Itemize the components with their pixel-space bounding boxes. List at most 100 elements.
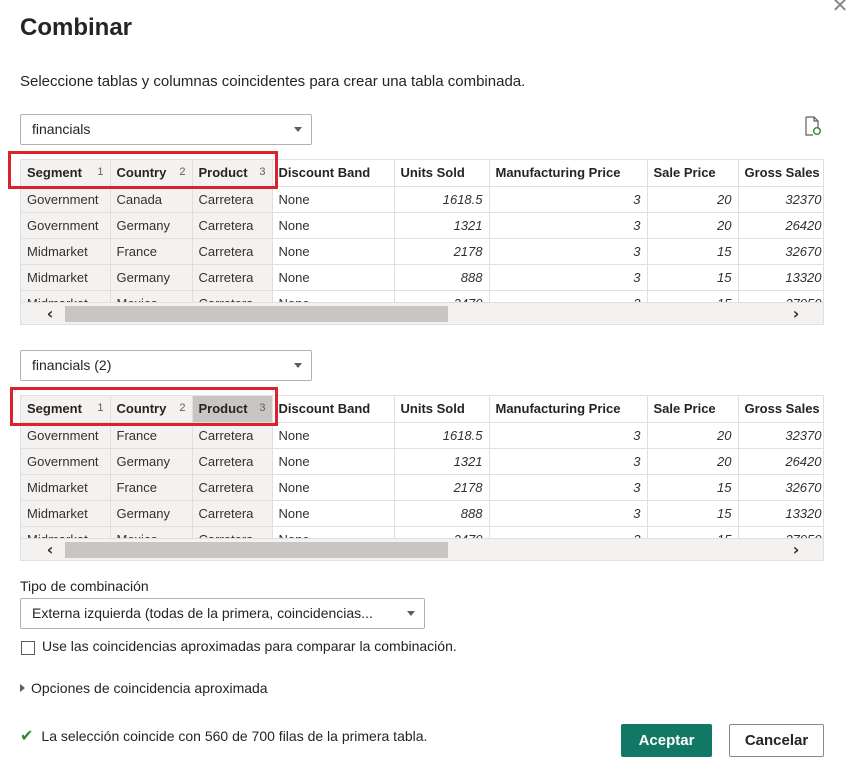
close-icon[interactable]: ✕ [829,0,848,16]
table-cell: Germany [110,448,193,475]
cancel-button[interactable]: Cancelar [729,724,824,757]
column-header[interactable]: Units Sold [394,396,490,423]
table-cell: Government [21,448,111,475]
table-cell: Midmarket [21,238,111,265]
match-order-badge: 1 [97,402,104,414]
scroll-right-icon[interactable]: › [785,303,807,324]
second-table-preview[interactable]: Segment 1 Country 2 Product 3 Discount Band Uni… [20,395,824,561]
match-order-badge: 1 [97,166,104,178]
table-cell: Carretera [192,264,273,291]
scroll-left-icon[interactable]: ‹ [39,539,61,560]
fuzzy-options-label: Opciones de coincidencia aproximada [31,680,268,696]
table-cell: 3 [489,474,648,501]
table-cell: 13320 [738,264,823,291]
column-header[interactable]: Units Sold [394,160,490,187]
column-header[interactable]: Country 2 [110,160,193,187]
column-header[interactable]: Product 3 [192,396,273,423]
column-header-label: Product [198,165,248,181]
column-header[interactable]: Discount Band [272,396,395,423]
table-cell: Carretera [192,238,273,265]
table-cell: 3 [489,238,648,265]
table-cell: 3 [489,500,648,527]
table-cell: 20 [647,186,739,213]
first-table-preview[interactable]: Segment 1 Country 2 Product 3 Discount Band Uni… [20,159,824,325]
column-header-label: Sale Price [653,401,716,417]
column-header[interactable]: Discount Band [272,160,395,187]
scroll-thumb[interactable] [65,542,448,558]
chevron-down-icon [294,363,302,368]
join-type-value: Externa izquierda (todas de la primera, … [32,605,373,621]
column-header-label: Country [116,165,167,181]
match-status: ✔ La selección coincide con 560 de 700 fi… [20,726,427,745]
fuzzy-match-checkbox[interactable] [21,641,35,655]
table-cell: 26420 [738,448,823,475]
column-header[interactable]: Sale Price [647,396,739,423]
column-header[interactable]: Segment 1 [21,396,111,423]
table-cell: 13320 [738,500,823,527]
table-cell: 3 [489,212,648,239]
second-table-hscrollbar[interactable]: ‹ › [21,538,823,560]
table-cell: Carretera [192,422,273,449]
fuzzy-options-expander[interactable]: Opciones de coincidencia aproximada [20,680,268,696]
join-type-select[interactable]: Externa izquierda (todas de la primera, … [20,598,425,629]
match-status-text: La selección coincide con 560 de 700 fil… [41,728,428,744]
table-cell: 32370 [738,422,823,449]
chevron-right-icon [20,684,25,692]
second-table-select[interactable]: financials (2) [20,350,312,381]
column-header[interactable]: Country 2 [110,396,193,423]
column-header[interactable]: Product 3 [192,160,273,187]
match-order-badge: 2 [179,402,186,414]
table-row: Government Germany Carretera None 1321 3 20 264… [21,212,823,239]
table-cell: Government [21,212,111,239]
table-cell: None [272,500,395,527]
column-header[interactable]: Sale Price [647,160,739,187]
column-header[interactable]: Manufacturing Price [489,160,648,187]
table-cell: 888 [394,264,490,291]
first-table-select-value: financials [32,121,91,137]
column-header-label: Units Sold [400,401,465,417]
chevron-down-icon [294,127,302,132]
table-cell: France [110,238,193,265]
second-table-grid: Segment 1 Country 2 Product 3 Discount Band Uni… [21,396,823,553]
table-cell: Carretera [192,186,273,213]
first-table-hscrollbar[interactable]: ‹ › [21,302,823,324]
scroll-thumb[interactable] [65,306,448,322]
first-table-select[interactable]: financials [20,114,312,145]
first-table-grid: Segment 1 Country 2 Product 3 Discount Band Uni… [21,160,823,317]
second-table-select-value: financials (2) [32,357,112,373]
column-header-label: Product [198,401,248,417]
table-cell: Carretera [192,474,273,501]
refresh-preview-icon[interactable] [804,116,822,136]
table-cell: Carretera [192,212,273,239]
scroll-right-icon[interactable]: › [785,539,807,560]
column-header-label: Gross Sales [744,401,820,417]
scroll-left-icon[interactable]: ‹ [39,303,61,324]
column-header-label: Units Sold [400,165,465,181]
accept-button[interactable]: Aceptar [621,724,712,757]
join-type-label: Tipo de combinación [20,578,149,594]
table-cell: 15 [647,500,739,527]
table-cell: Midmarket [21,264,111,291]
table-cell: Germany [110,212,193,239]
column-header-label: Manufacturing Price [495,401,621,417]
table-row: Government France Carretera None 1618.5 3 20 32… [21,422,823,449]
column-header[interactable]: Gross Sales [738,396,823,423]
match-order-badge: 3 [259,402,266,414]
dialog-title: Combinar [20,14,133,41]
header-row: Segment 1 Country 2 Product 3 Discount Band Uni… [21,160,823,187]
column-header[interactable]: Manufacturing Price [489,396,648,423]
column-header[interactable]: Gross Sales [738,160,823,187]
table-row: Midmarket France Carretera None 2178 3 15 32670 [21,238,823,265]
table-cell: Midmarket [21,474,111,501]
column-header-label: Segment [27,165,82,181]
table-cell: Canada [110,186,193,213]
table-row: Midmarket France Carretera None 2178 3 15 32670 [21,474,823,501]
table-cell: 20 [647,212,739,239]
column-header[interactable]: Segment 1 [21,160,111,187]
table-cell: 1618.5 [394,422,490,449]
table-cell: 32670 [738,474,823,501]
table-cell: 3 [489,448,648,475]
fuzzy-match-label: Use las coincidencias aproximadas para c… [42,638,457,654]
table-cell: 1321 [394,212,490,239]
table-cell: None [272,186,395,213]
